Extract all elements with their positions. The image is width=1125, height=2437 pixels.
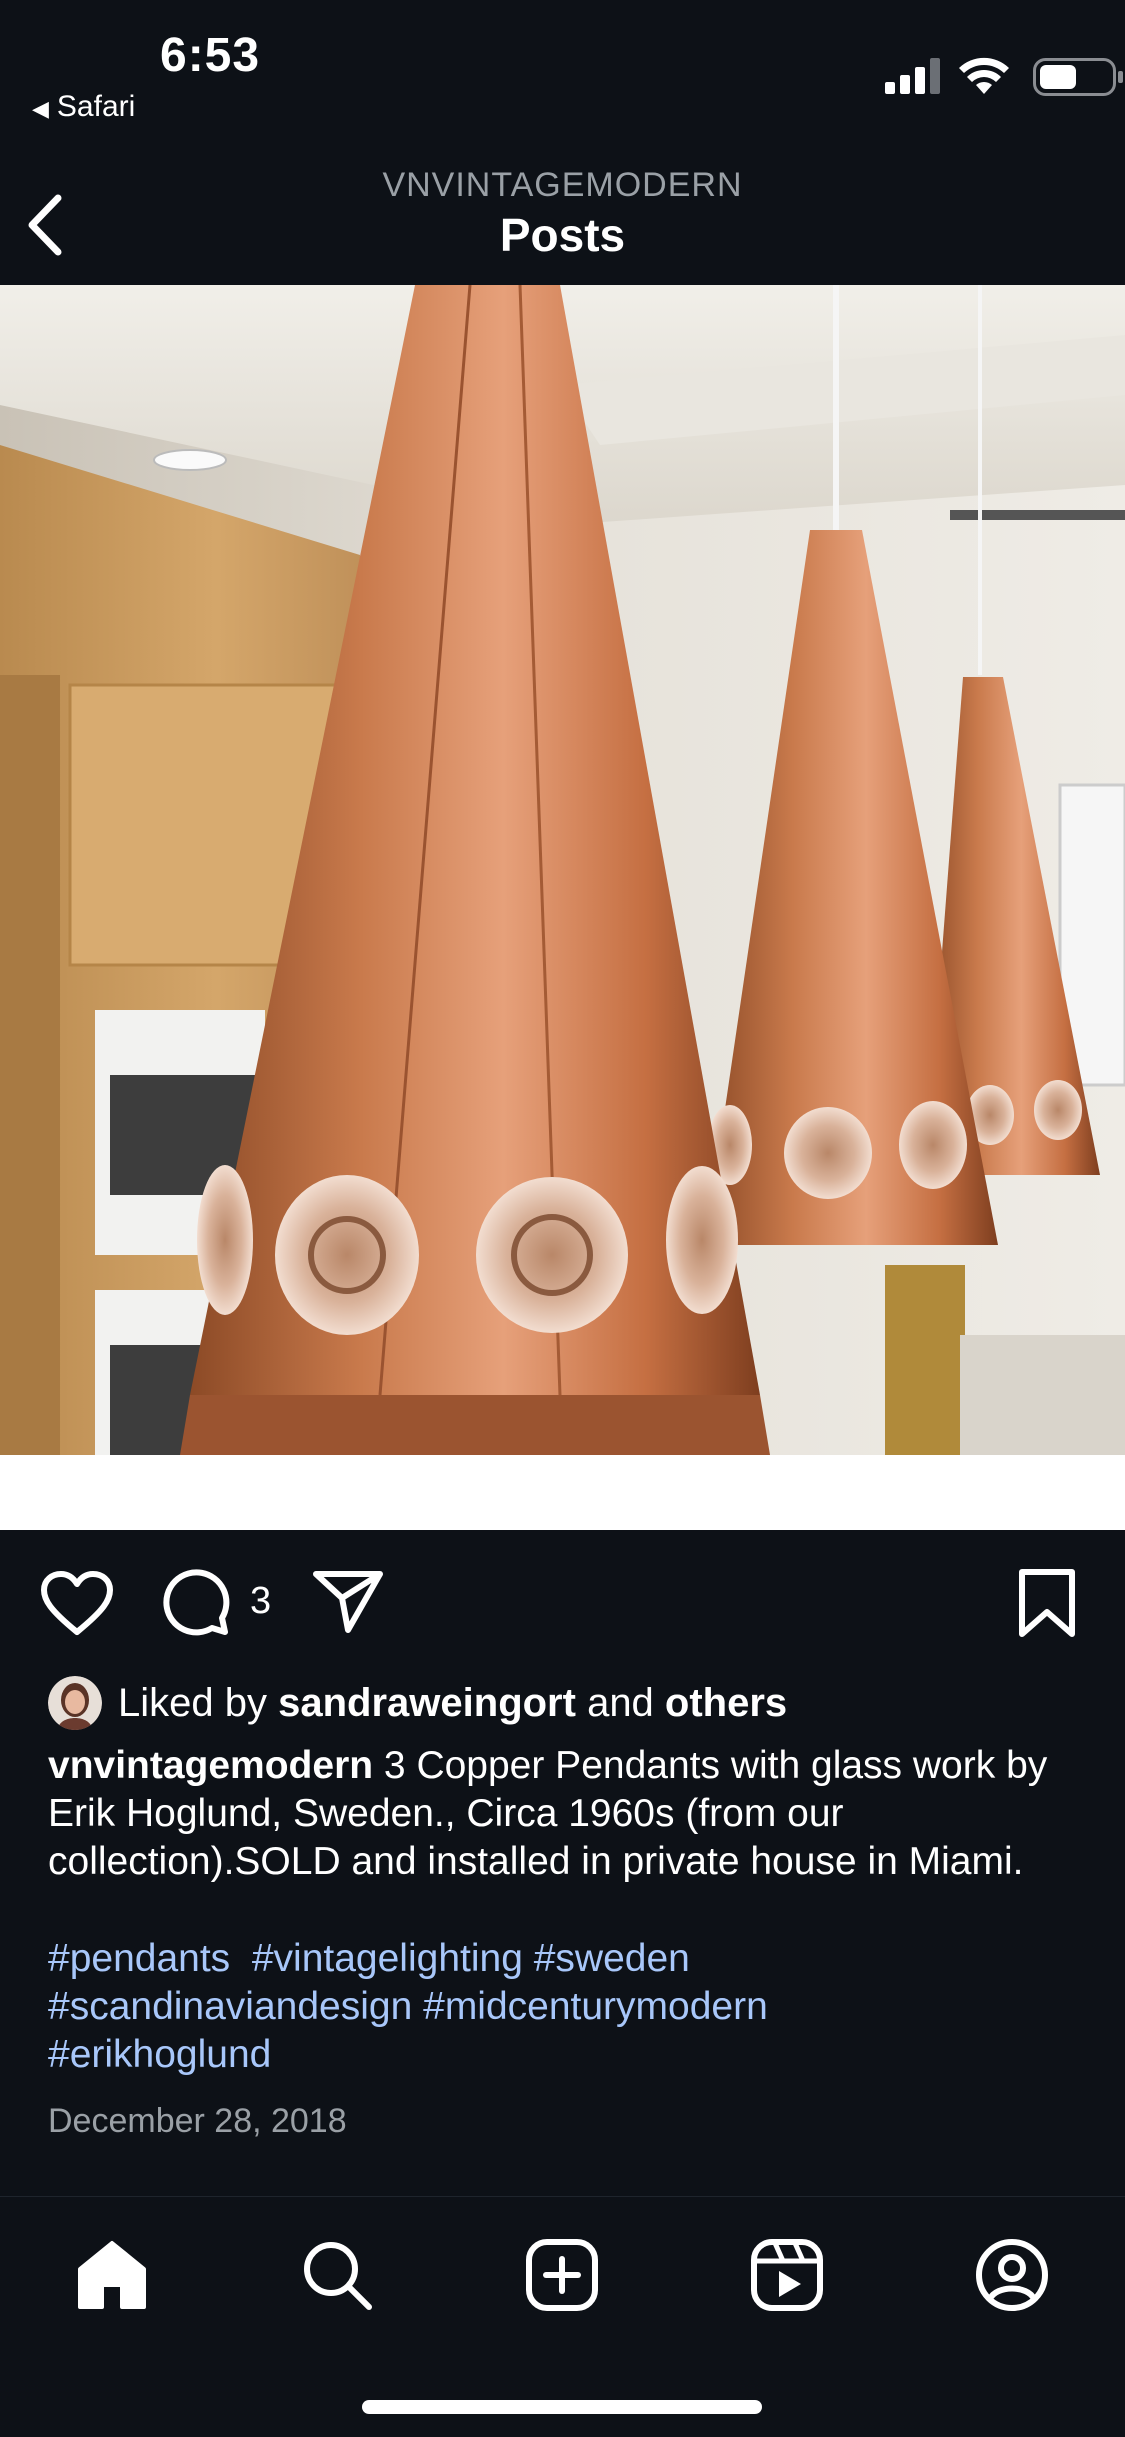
status-bar: 6:53 ◀ Safari <box>0 0 1125 140</box>
post-image[interactable] <box>0 285 1125 1455</box>
search-icon[interactable] <box>299 2237 375 2313</box>
likes-middle: and <box>575 1680 665 1725</box>
page-title: Posts <box>499 209 626 261</box>
post-caption: vnvintagemodern 3 Copper Pendants with g… <box>48 1742 1088 1886</box>
share-icon[interactable] <box>312 1568 384 1634</box>
image-bottom-gap <box>0 1455 1125 1530</box>
hashtag[interactable]: #erikhoglund <box>48 2033 271 2076</box>
home-indicator[interactable] <box>362 2400 762 2414</box>
wifi-icon <box>959 57 1009 94</box>
caption-username[interactable]: vnvintagemodern <box>48 1744 373 1787</box>
heart-icon[interactable] <box>40 1570 114 1636</box>
nav-header: VNVINTAGEMODERN Posts <box>0 140 1125 285</box>
likes-row[interactable]: Liked by sandraweingort and others <box>48 1675 787 1731</box>
back-triangle-icon: ◀ <box>32 96 49 121</box>
home-icon[interactable] <box>74 2237 150 2313</box>
status-time: 6:53 <box>160 29 261 82</box>
hashtag[interactable]: #sweden <box>534 1937 690 1980</box>
create-icon[interactable] <box>524 2237 600 2313</box>
back-to-safari[interactable]: ◀ Safari <box>32 90 135 124</box>
hashtags: #pendants #vintagelighting #sweden #scan… <box>48 1935 1088 2079</box>
likes-others[interactable]: others <box>665 1681 787 1726</box>
post-action-bar: 3 <box>0 1530 1125 1670</box>
account-name[interactable]: VNVINTAGEMODERN <box>0 166 1125 205</box>
comment-icon[interactable] <box>160 1566 230 1636</box>
back-app-label: Safari <box>56 90 136 123</box>
profile-icon[interactable] <box>974 2237 1050 2313</box>
likes-prefix: Liked by <box>118 1680 279 1725</box>
reels-icon[interactable] <box>749 2237 825 2313</box>
liker-username[interactable]: sandraweingort <box>278 1681 576 1726</box>
post-date: December 28, 2018 <box>48 2102 347 2140</box>
hashtag[interactable]: #vintagelighting <box>252 1937 523 1980</box>
signal-icon <box>885 58 940 94</box>
battery-icon <box>1033 58 1123 96</box>
comment-count: 3 <box>250 1580 272 1622</box>
bookmark-icon[interactable] <box>1016 1568 1078 1638</box>
hashtag[interactable]: #midcenturymodern <box>423 1985 768 2028</box>
liker-avatar <box>48 1676 102 1730</box>
hashtag[interactable]: #scandinaviandesign <box>48 1985 412 2028</box>
hashtag[interactable]: #pendants <box>48 1937 230 1980</box>
